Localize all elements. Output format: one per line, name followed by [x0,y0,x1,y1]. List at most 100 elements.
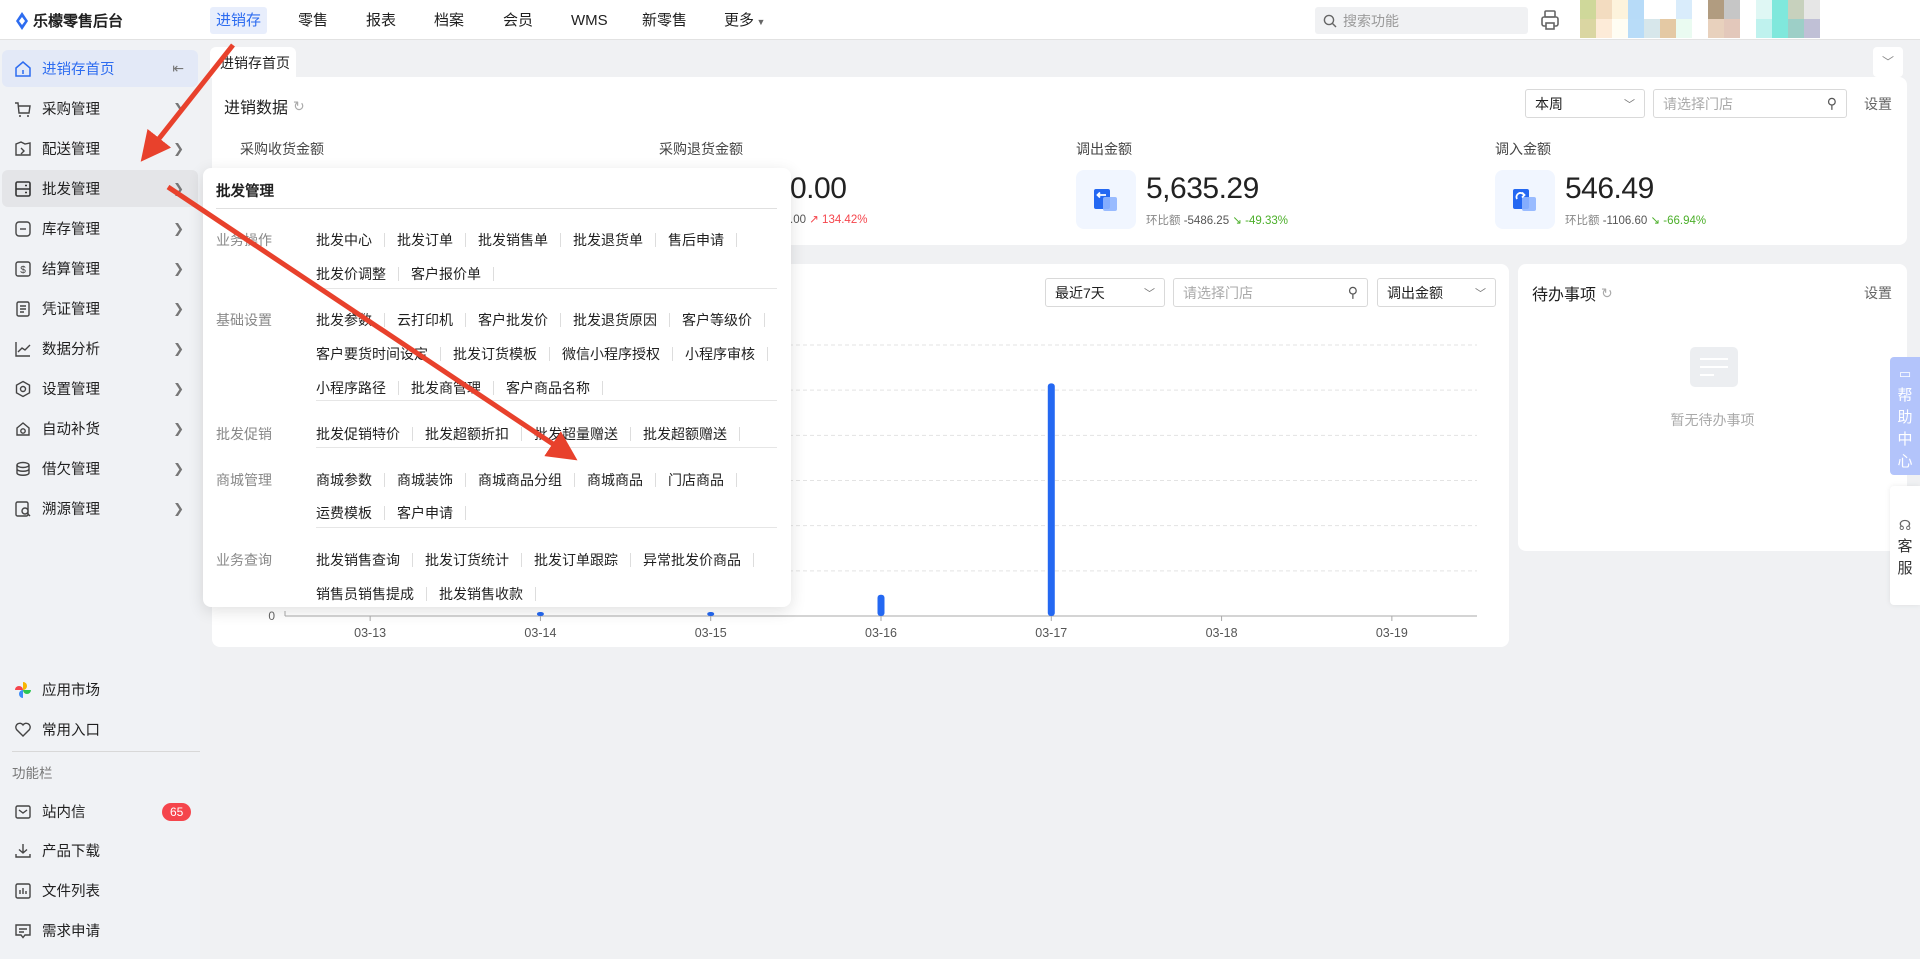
nav-wms[interactable]: WMS [565,7,614,34]
flyout-menu-item[interactable]: 异常批发价商品 [643,550,741,570]
separator [549,347,550,361]
flyout-menu-item[interactable]: 批发订单 [397,230,453,250]
flyout-menu-item[interactable]: 批发订单跟踪 [534,550,618,570]
flyout-menu-item[interactable]: 批发超额赠送 [643,424,727,444]
nav-reports[interactable]: 报表 [360,7,402,34]
sidebar-item-voucher[interactable]: 凭证管理 ❯ [2,290,198,327]
wholesale-icon [15,180,31,197]
separator [384,506,385,520]
flyout-menu-item[interactable]: 批发超量赠送 [534,424,618,444]
sidebar-downloads[interactable]: 产品下载 [2,832,198,869]
separator [521,427,522,441]
flyout-menu-item[interactable]: 商城商品 [587,470,643,490]
flyout-row: 批发价调整 客户报价单 [316,264,506,284]
sidebar-item-wholesale[interactable]: 批发管理 ❯ [2,170,198,207]
function-search[interactable]: 搜索功能 [1315,7,1528,34]
sidebar-item-delivery[interactable]: 配送管理 ❯ [2,130,198,167]
tabs-more-chevron-icon[interactable]: ﹀ [1873,47,1903,77]
separator [384,233,385,247]
flyout-menu-item[interactable]: 小程序审核 [685,344,755,364]
flyout-menu-item[interactable]: 微信小程序授权 [562,344,660,364]
separator [384,473,385,487]
refresh-icon[interactable]: ↻ [293,98,305,115]
flyout-menu-item[interactable]: 商城参数 [316,470,372,490]
bar [1047,383,1055,616]
user-avatar-blurred[interactable] [1580,0,1822,38]
sidebar-item-purchase[interactable]: 采购管理 ❯ [2,90,198,127]
flyout-menu-item[interactable]: 客户批发价 [478,310,548,330]
sidebar-item-settings[interactable]: 设置管理 ❯ [2,370,198,407]
chevron-right-icon: ❯ [173,500,184,516]
sidebar-item-inventory[interactable]: 库存管理 ❯ [2,210,198,247]
sidebar-file-list[interactable]: 文件列表 [2,872,198,909]
flyout-menu-item[interactable]: 售后申请 [668,230,724,250]
flyout-menu-item[interactable]: 云打印机 [397,310,453,330]
tab-home[interactable]: 进销存首页 [210,47,296,78]
sidebar-messages[interactable]: 站内信 65 [2,793,198,830]
flyout-menu-item[interactable]: 批发退货单 [573,230,643,250]
metric-compare: 环比额 -5486.25 ↘ -49.33% [1146,212,1288,228]
sidebar-item-label: 文件列表 [42,884,100,900]
nav-more[interactable]: 更多 ▼ [718,7,771,34]
debt-icon [16,461,30,476]
sidebar-item-home[interactable]: 进销存首页 ⇤ [2,50,198,87]
sidebar-item-analytics[interactable]: 数据分析 ❯ [2,330,198,367]
flyout-menu-item[interactable]: 批发促销特价 [316,424,400,444]
separator [535,587,536,601]
nav-members[interactable]: 会员 [497,7,539,34]
flyout-row: 销售员销售提成 批发销售收款 [316,584,548,604]
flyout-menu-item[interactable]: 批发退货原因 [573,310,657,330]
collapse-sidebar-icon[interactable]: ⇤ [172,60,184,77]
store-search-input[interactable]: 请选择门店 ⚲ [1653,89,1847,118]
flyout-menu-item[interactable]: 运费模板 [316,503,372,523]
printer-icon[interactable] [1540,9,1560,35]
sidebar-item-replenish[interactable]: 自动补货 ❯ [2,410,198,447]
refresh-icon[interactable]: ↻ [1601,285,1613,302]
sidebar-app-market[interactable]: 应用市场 [2,671,198,708]
metric-compare: .00 ↗ 134.42% [790,212,867,226]
nav-archive[interactable]: 档案 [428,7,470,34]
separator [655,233,656,247]
help-center-button[interactable]: ▭ 帮助中心 [1890,357,1920,475]
sidebar-requests[interactable]: 需求申请 [2,912,198,949]
flyout-menu-item[interactable]: 批发中心 [316,230,372,250]
period-select[interactable]: 本周 ﹀ [1525,89,1645,118]
flyout-menu-item[interactable]: 批发销售单 [478,230,548,250]
separator [736,473,737,487]
nav-retail[interactable]: 零售 [292,7,334,34]
flyout-menu-item[interactable]: 批发订货统计 [425,550,509,570]
flyout-menu-item[interactable]: 批发销售查询 [316,550,400,570]
sidebar-favorites[interactable]: 常用入口 [2,711,198,748]
nav-new-retail[interactable]: 新零售 [636,7,693,34]
nav-jinxiaocun[interactable]: 进销存 [210,7,268,34]
flyout-menu-item[interactable]: 小程序路径 [316,378,386,398]
flyout-menu-item[interactable]: 商城商品分组 [478,470,562,490]
flyout-menu-item[interactable]: 客户等级价 [682,310,752,330]
flyout-menu-item[interactable]: 客户要货时间设定 [316,344,428,364]
sidebar-item-settlement[interactable]: $ 结算管理 ❯ [2,250,198,287]
flyout-menu-item[interactable]: 门店商品 [668,470,724,490]
flyout-menu-item[interactable]: 客户商品名称 [506,378,590,398]
flyout-menu-item[interactable]: 批发销售收款 [439,584,523,604]
sidebar-item-debt[interactable]: 借欠管理 ❯ [2,450,198,487]
flyout-menu-item[interactable]: 批发超额折扣 [425,424,509,444]
separator [426,587,427,601]
flyout-menu-item[interactable]: 批发价调整 [316,264,386,284]
flyout-menu-item[interactable]: 批发商管理 [411,378,481,398]
flyout-menu-item[interactable]: 批发订货模板 [453,344,537,364]
sidebar-item-label: 结算管理 [42,262,100,278]
app-logo[interactable]: 乐檬零售后台 [15,10,123,31]
flyout-divider [216,208,777,209]
bar [536,612,544,616]
flyout-menu-item[interactable]: 客户报价单 [411,264,481,284]
flyout-menu-item[interactable]: 商城装饰 [397,470,453,490]
sidebar-item-label: 应用市场 [42,683,100,699]
sidebar-item-trace[interactable]: 溯源管理 ❯ [2,490,198,527]
customer-service-button[interactable]: ☊ 客服 [1890,486,1920,605]
summary-settings-link[interactable]: 设置 [1864,94,1892,114]
flyout-menu-item[interactable]: 批发参数 [316,310,372,330]
summary-title: 进销数据 ↻ [224,94,305,118]
flyout-menu-item[interactable]: 客户申请 [397,503,453,523]
todo-settings-link[interactable]: 设置 [1864,283,1892,303]
flyout-menu-item[interactable]: 销售员销售提成 [316,584,414,604]
